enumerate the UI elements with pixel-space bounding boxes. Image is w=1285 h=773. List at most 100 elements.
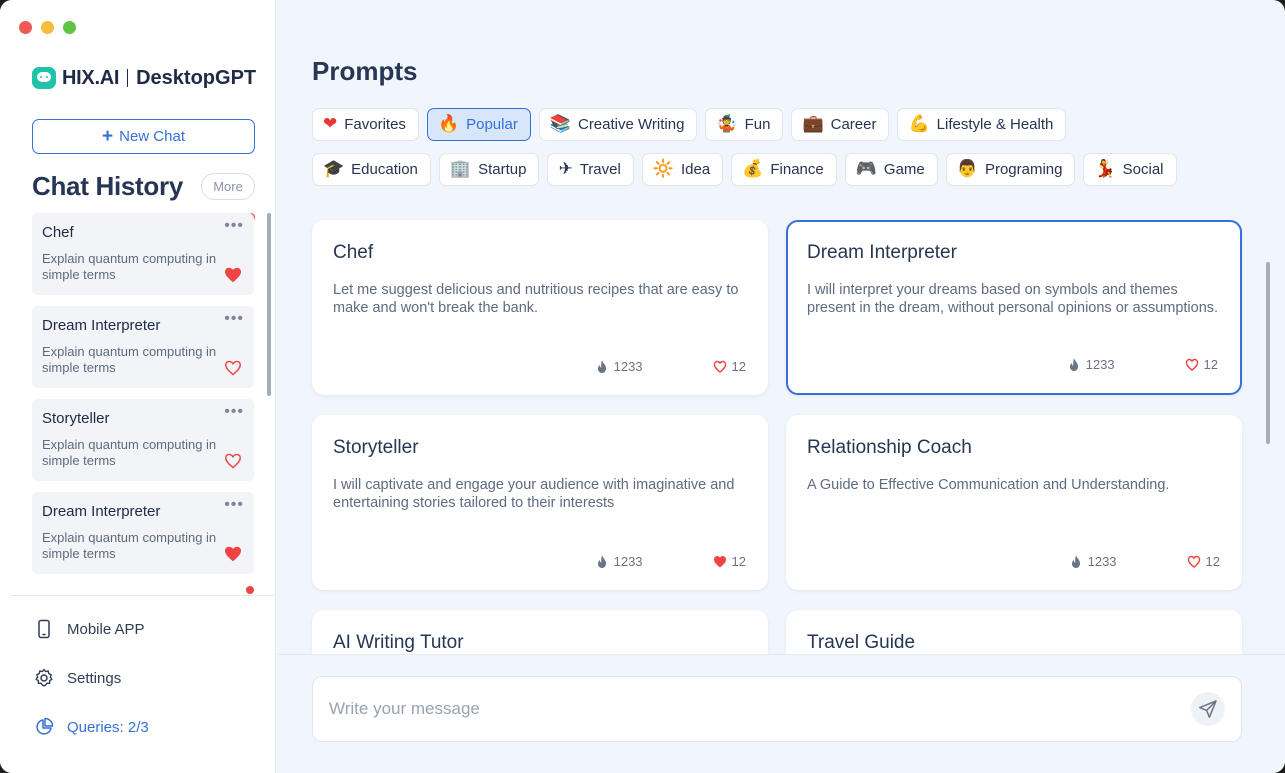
tag-label: Popular <box>466 116 518 133</box>
minimize-window-button[interactable] <box>41 21 54 34</box>
technologist-icon: 👨 <box>956 159 978 179</box>
chat-history-item[interactable]: Dream Interpreter Explain quantum comput… <box>32 492 254 574</box>
prompt-card[interactable]: Storyteller I will captivate and engage y… <box>312 415 768 590</box>
tag-finance[interactable]: 💰 Finance <box>731 153 837 186</box>
tag-social[interactable]: 💃 Social <box>1083 153 1177 186</box>
chat-history-item-desc: Explain quantum computing in simple term… <box>42 251 217 282</box>
usage-count-value: 1233 <box>613 359 643 374</box>
heart-outline-icon[interactable] <box>224 453 242 469</box>
heart-filled-icon[interactable] <box>713 554 727 569</box>
gear-icon <box>35 668 53 687</box>
usage-count: 1233 <box>1069 554 1117 569</box>
sidebar-divider <box>11 595 275 596</box>
heart-filled-icon[interactable] <box>224 546 242 562</box>
flame-icon <box>1071 555 1080 568</box>
more-options-icon[interactable]: ••• <box>224 496 244 514</box>
chat-history-item[interactable]: Storyteller Explain quantum computing in… <box>32 399 254 481</box>
queries-usage[interactable]: Queries: 2/3 <box>34 717 149 737</box>
more-options-icon[interactable]: ••• <box>224 310 244 328</box>
plus-icon: + <box>102 126 114 147</box>
tag-startup[interactable]: 🏢 Startup <box>438 153 540 186</box>
prompt-card[interactable]: Chef Let me suggest delicious and nutriti… <box>312 220 768 395</box>
prompt-card-title: Storyteller <box>333 437 419 458</box>
notification-dot <box>246 586 254 594</box>
usage-count-value: 1233 <box>1085 357 1115 372</box>
chat-history-item-desc: Explain quantum computing in simple term… <box>42 344 217 375</box>
tag-favorites[interactable]: ❤ Favorites <box>312 108 419 141</box>
tag-creative-writing[interactable]: 📚 Creative Writing <box>538 108 698 141</box>
heart-filled-icon[interactable] <box>224 267 242 283</box>
chat-history-item-title: Dream Interpreter <box>42 503 161 520</box>
chat-history-item-title: Dream Interpreter <box>42 317 161 334</box>
message-composer <box>312 676 1242 742</box>
tag-fun[interactable]: 🤹 Fun <box>705 108 784 141</box>
heart-icon: ❤ <box>323 114 338 134</box>
prompt-card-title: Dream Interpreter <box>807 242 957 263</box>
usage-count: 1233 <box>1067 357 1115 372</box>
tag-label: Education <box>351 161 418 178</box>
more-button[interactable]: More <box>201 173 255 200</box>
prompt-card-title: Travel Guide <box>807 632 916 653</box>
tag-career[interactable]: 💼 Career <box>791 108 890 141</box>
tag-game[interactable]: 🎮 Game <box>844 153 938 186</box>
composer-area <box>277 654 1285 773</box>
close-window-button[interactable] <box>19 21 32 34</box>
like-count-value: 12 <box>731 554 746 569</box>
fire-icon: 🔥 <box>437 114 460 134</box>
graduation-cap-icon: 🎓 <box>323 159 345 179</box>
prompt-category-tags: ❤ Favorites 🔥 Popular 📚 Creative Writing 🤹 Fun 💼… <box>312 108 1242 198</box>
new-chat-button[interactable]: + New Chat <box>32 119 255 154</box>
more-options-icon[interactable]: ••• <box>224 403 244 421</box>
tag-idea[interactable]: 🔆 Idea <box>641 153 724 186</box>
money-bag-icon: 💰 <box>742 159 764 179</box>
send-button[interactable] <box>1191 692 1225 726</box>
like-count[interactable]: 12 <box>1185 357 1218 372</box>
muscle-icon: 💪 <box>908 114 930 134</box>
mobile-phone-icon <box>38 619 50 639</box>
tag-label: Creative Writing <box>577 116 685 133</box>
chat-bubble-logo-icon <box>32 67 56 89</box>
prompt-card[interactable]: Dream Interpreter I will interpret your d… <box>786 220 1242 395</box>
zoom-window-button[interactable] <box>63 21 76 34</box>
mobile-app-label: Mobile APP <box>67 620 145 638</box>
product-name: DesktopGPT <box>136 66 257 89</box>
usage-count: 1233 <box>595 359 643 374</box>
mobile-app-link[interactable]: Mobile APP <box>34 619 145 639</box>
brand-divider <box>127 69 129 87</box>
tag-programing[interactable]: 👨 Programing <box>945 153 1076 186</box>
sidebar-scrollbar[interactable] <box>267 213 271 396</box>
app-window: HIX.AI DesktopGPT + New Chat Chat Histor… <box>0 0 1285 773</box>
airplane-icon: ✈ <box>558 159 573 179</box>
prompt-card-title: Relationship Coach <box>807 437 972 458</box>
prompt-card-desc: A Guide to Effective Communication and U… <box>807 477 1170 493</box>
chat-history-item[interactable]: Chef Explain quantum computing in simple… <box>32 213 254 295</box>
like-count[interactable]: 12 <box>713 554 746 569</box>
gamepad-icon: 🎮 <box>855 159 877 179</box>
heart-outline-icon[interactable] <box>713 359 727 374</box>
main-scrollbar[interactable] <box>1266 262 1270 444</box>
tag-education[interactable]: 🎓 Education <box>312 153 431 186</box>
like-count[interactable]: 12 <box>1187 554 1220 569</box>
like-count-value: 12 <box>1203 357 1218 372</box>
heart-outline-icon[interactable] <box>1185 357 1199 372</box>
tag-label: Startup <box>478 161 527 178</box>
settings-link[interactable]: Settings <box>34 668 121 688</box>
flame-icon <box>1069 358 1078 371</box>
prompt-card-title: Chef <box>333 242 374 263</box>
heart-outline-icon[interactable] <box>1187 554 1201 569</box>
sidebar: HIX.AI DesktopGPT + New Chat Chat Histor… <box>0 0 276 773</box>
tag-lifestyle-health[interactable]: 💪 Lifestyle & Health <box>897 108 1067 141</box>
chat-history-item-title: Storyteller <box>42 410 110 427</box>
tag-label: Favorites <box>344 116 406 133</box>
more-options-icon[interactable]: ••• <box>224 217 244 235</box>
clown-icon: 🤹 <box>716 114 738 134</box>
prompt-card[interactable]: Relationship Coach A Guide to Effective C… <box>786 415 1242 590</box>
chat-history-item[interactable]: Dream Interpreter Explain quantum comput… <box>32 306 254 388</box>
tag-travel[interactable]: ✈ Travel <box>547 153 634 186</box>
tag-popular[interactable]: 🔥 Popular <box>426 108 531 141</box>
message-input[interactable] <box>329 699 1191 719</box>
like-count[interactable]: 12 <box>713 359 746 374</box>
tag-row: 🎓 Education 🏢 Startup ✈ Travel 🔆 Idea 💰 Finance 🎮 G… <box>312 153 1242 186</box>
prompt-card-stats: 1233 12 <box>595 554 746 569</box>
heart-outline-icon[interactable] <box>224 360 242 376</box>
